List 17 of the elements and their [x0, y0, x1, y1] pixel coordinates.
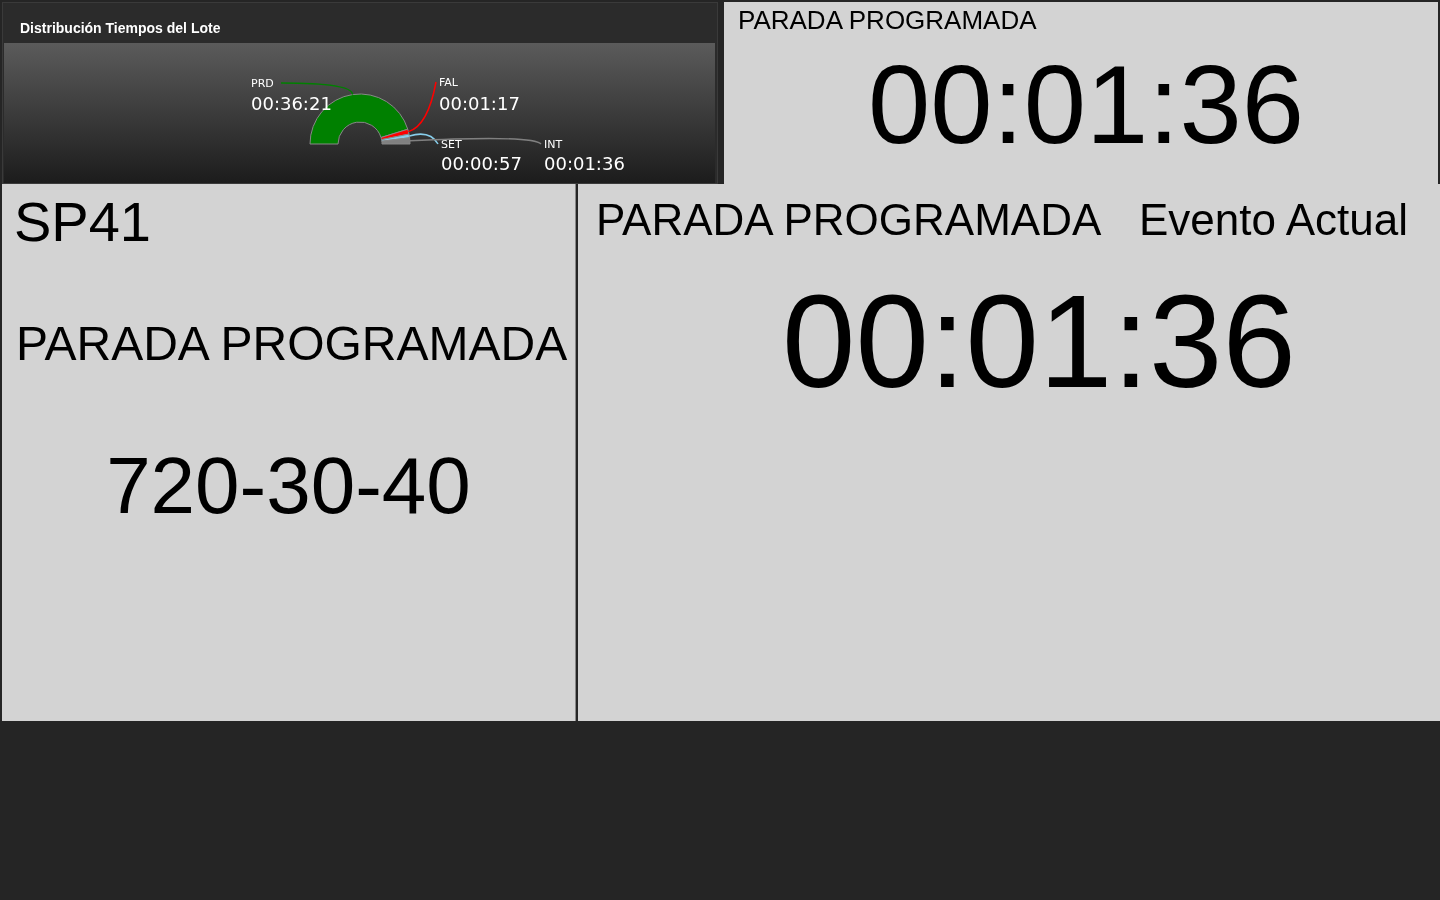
stop-timer: 00:01:36	[868, 49, 1304, 161]
slice-label: FAL	[439, 76, 458, 89]
event-caption: Evento Actual	[1138, 198, 1408, 242]
event-label: PARADA PROGRAMADA	[596, 198, 1102, 242]
machine-state: PARADA PROGRAMADA	[16, 320, 568, 368]
slice-label: SET	[441, 138, 462, 151]
event-timer: 00:01:36	[782, 276, 1296, 408]
stop-label: PARADA PROGRAMADA	[737, 4, 1038, 33]
slice-value: 00:00:57	[441, 153, 522, 174]
slice-label: PRD	[251, 77, 274, 90]
slice-value: 00:01:36	[544, 153, 625, 174]
slice-label: INT	[544, 138, 563, 151]
slice-value: 00:36:21	[251, 93, 332, 114]
machine-code: SP41	[14, 194, 151, 250]
slice-value: 00:01:17	[439, 93, 520, 114]
chart-title: Distribución Tiempos del Lote	[19, 19, 222, 38]
reference-code: 720-30-40	[106, 446, 471, 526]
